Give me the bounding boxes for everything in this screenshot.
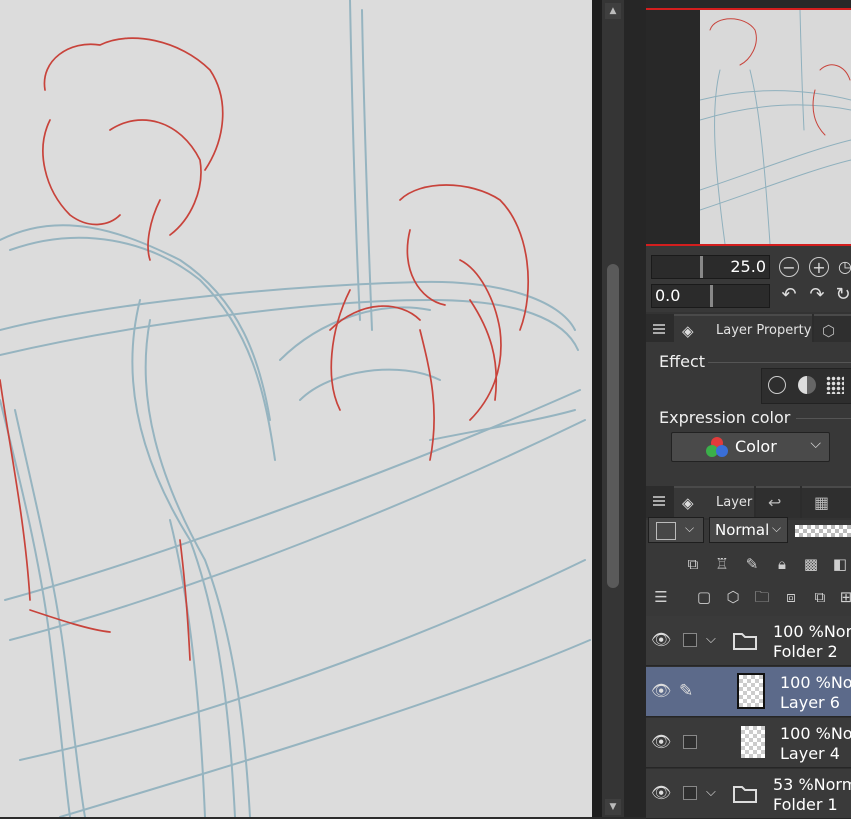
blend-mode-value: Normal — [715, 521, 770, 539]
rotation-value: 0.0 — [655, 286, 681, 305]
visibility-eye-icon[interactable]: 👁︎ — [651, 681, 671, 701]
clip-layer-icon[interactable]: ⧉ — [683, 554, 703, 574]
blend-mode-dropdown[interactable]: Normal ⌵ — [709, 517, 788, 543]
layer-property-panel: Effect Expression color Color ⌵ — [646, 342, 851, 488]
visibility-eye-icon[interactable]: 👁︎ — [651, 783, 671, 803]
chevron-down-icon: ⌵ — [772, 521, 782, 535]
tab-layer[interactable]: ◈ Layer — [674, 486, 754, 518]
layer-row-folder-2[interactable]: 👁︎ ⌵ 100 %Norm Folder 2 — [646, 616, 851, 666]
tone-effect-icon[interactable] — [826, 376, 844, 394]
rotate-right-icon[interactable]: ↷ — [807, 285, 827, 305]
layer-name: Layer 4 — [780, 744, 840, 763]
folder-icon — [733, 786, 757, 803]
layer-tabbar: ◈ Layer ↩ ▦ — [646, 486, 851, 518]
layer-name: Layer 6 — [780, 693, 840, 712]
combine-layer-icon[interactable]: ⧉ — [810, 587, 830, 607]
tab-animation[interactable]: ▦ — [802, 486, 851, 518]
panel-menu-icon[interactable] — [653, 324, 665, 334]
color-circles-icon — [706, 437, 728, 457]
panel-divider — [624, 0, 646, 817]
merge-layer-icon[interactable]: ⊞ — [836, 587, 851, 607]
fit-view-icon[interactable]: ◷ — [835, 257, 851, 277]
layer-row-layer-4[interactable]: 👁︎ 100 %No Layer 4 — [646, 718, 851, 768]
layer-thumbnail — [739, 724, 767, 760]
rotate-left-icon[interactable]: ↶ — [779, 285, 799, 305]
layer-checkbox[interactable] — [683, 633, 697, 647]
canvas-vertical-scrollbar[interactable]: ▲ ▼ — [602, 0, 624, 817]
chevron-down-icon[interactable]: ⌵ — [706, 785, 716, 800]
folder-icon — [733, 633, 757, 650]
zoom-in-icon[interactable]: + — [809, 257, 829, 277]
tab-history[interactable]: ↩ — [756, 486, 800, 518]
chevron-down-icon[interactable]: ⌵ — [706, 632, 716, 647]
layer-row-layer-6[interactable]: 👁︎ ✎ 100 %No Layer 6 — [646, 667, 851, 717]
layer-thumbnail — [737, 673, 765, 709]
zoom-out-icon[interactable]: − — [779, 257, 799, 277]
mask-icon[interactable]: ◧ — [830, 554, 850, 574]
layer-opacity-mode: 100 %No — [780, 724, 851, 743]
new-folder-icon[interactable]: 🗀 — [752, 587, 772, 607]
divider — [796, 418, 851, 419]
reference-layer-icon[interactable]: ♖ — [712, 554, 732, 574]
animation-icon: ▦ — [814, 493, 830, 512]
visibility-eye-icon[interactable]: 👁︎ — [651, 630, 671, 650]
rotation-slider[interactable]: 0.0 — [651, 284, 770, 308]
rotation-slider-knob[interactable] — [710, 285, 713, 307]
layers-icon: ◈ — [682, 494, 694, 512]
navigator-thumbnail — [700, 10, 851, 244]
expression-color-value: Color — [735, 437, 777, 456]
zoom-slider[interactable]: 25.0 — [651, 255, 770, 279]
layer-name: Folder 2 — [773, 642, 838, 661]
reset-rotation-icon[interactable]: ↻ — [833, 285, 851, 305]
tab-layer-label: Layer — [716, 495, 753, 510]
layer-property-icon: ◈ — [682, 322, 694, 340]
tab-layer-property-label: Layer Property — [716, 323, 812, 338]
right-panel: 25.0 − + ◷ 0.0 ↶ ↷ ↻ ◈ Layer Property ⬡ … — [646, 0, 851, 819]
lock-transparency-icon[interactable]: ▩ — [801, 554, 821, 574]
navigator-controls: 25.0 − + ◷ 0.0 ↶ ↷ ↻ — [646, 246, 851, 312]
scroll-up-icon[interactable]: ▲ — [605, 3, 621, 19]
transfer-down-icon[interactable]: ⧈ — [781, 587, 801, 607]
divider — [708, 362, 851, 363]
layer-opacity-mode: 100 %Norm — [773, 622, 851, 641]
lock-icon[interactable]: 🔒︎ — [772, 554, 792, 574]
zoom-value: 25.0 — [730, 257, 766, 276]
color-swatch — [656, 522, 676, 540]
layer-opacity-mode: 53 %Norm — [773, 775, 851, 794]
layer-toolbar: ⌵ Normal ⌵ ⧉ ♖ ✎ 🔒︎ ▩ ◧ ☰ ▢ ⬡ 🗀 ⧈ ⧉ ⊞ — [646, 517, 851, 616]
border-effect-icon[interactable] — [768, 376, 786, 394]
zoom-slider-knob[interactable] — [700, 256, 703, 278]
navigator-preview[interactable] — [646, 0, 851, 246]
layer-opacity-mode: 100 %No — [780, 673, 851, 692]
opacity-slider[interactable] — [795, 525, 851, 537]
expression-color-heading: Expression color — [659, 408, 791, 427]
watercolor-edge-icon[interactable] — [798, 376, 816, 394]
history-icon: ↩ — [768, 493, 782, 512]
chevron-down-icon: ⌵ — [810, 436, 821, 452]
layer-checkbox[interactable] — [683, 786, 697, 800]
chevron-down-icon: ⌵ — [685, 521, 695, 535]
effect-heading: Effect — [659, 352, 706, 371]
scrollbar-thumb[interactable] — [607, 264, 619, 588]
effect-buttons — [761, 368, 851, 404]
layer-row-folder-1[interactable]: 👁︎ ⌵ 53 %Norm Folder 1 — [646, 769, 851, 819]
new-raster-layer-icon[interactable]: ▢ — [694, 587, 714, 607]
panel-menu-icon[interactable] — [653, 496, 665, 506]
layer-checkbox[interactable] — [683, 735, 697, 749]
editing-pen-icon: ✎ — [679, 681, 694, 701]
canvas-edge — [592, 0, 602, 817]
layer-name: Folder 1 — [773, 795, 838, 814]
layer-list: 👁︎ ⌵ 100 %Norm Folder 2 👁︎ ✎ 100 %No Lay… — [646, 616, 851, 819]
expression-color-dropdown[interactable]: Color ⌵ — [671, 432, 830, 462]
visibility-eye-icon[interactable]: 👁︎ — [651, 732, 671, 752]
scroll-down-icon[interactable]: ▼ — [605, 799, 621, 815]
drawing-canvas[interactable] — [0, 0, 592, 817]
draft-layer-icon[interactable]: ✎ — [742, 554, 762, 574]
layer-list-icon[interactable]: ☰ — [651, 587, 671, 607]
layer-search-icon: ⬡ — [822, 322, 836, 340]
sketch-artwork — [0, 0, 591, 817]
new-vector-layer-icon[interactable]: ⬡ — [723, 587, 743, 607]
color-mode-dropdown[interactable]: ⌵ — [648, 517, 704, 543]
